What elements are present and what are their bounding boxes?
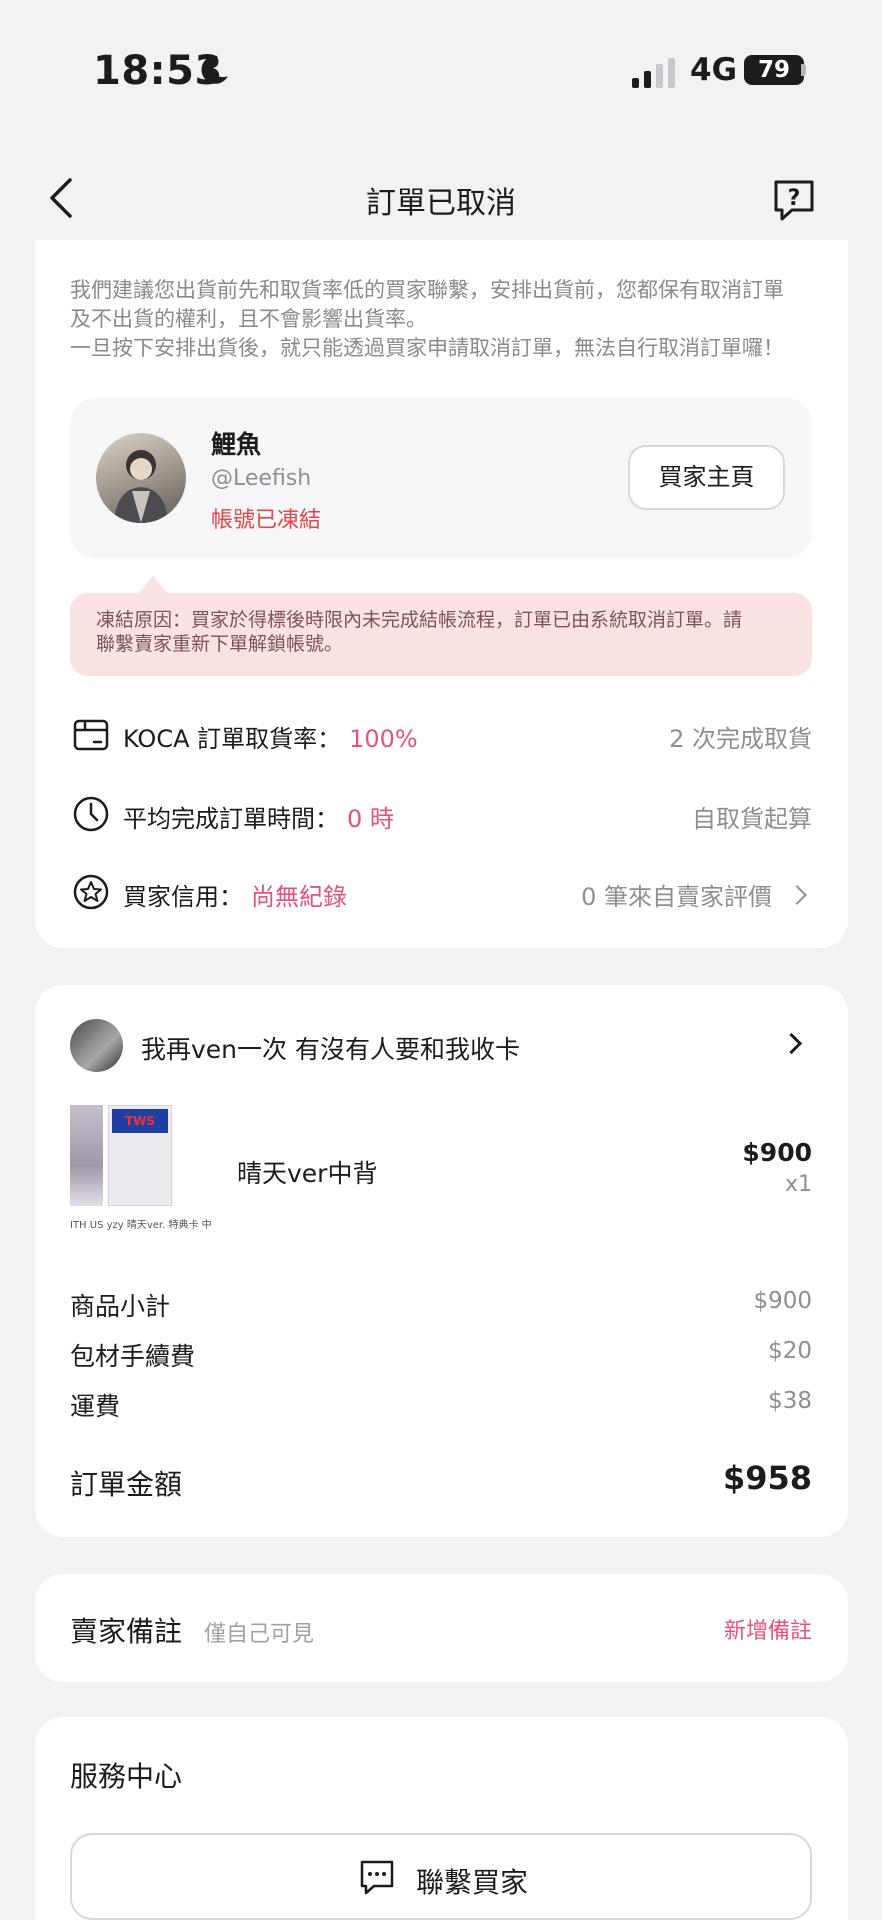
network-type: 4G bbox=[690, 52, 738, 88]
packaging-value: $20 bbox=[768, 1338, 812, 1364]
product-name[interactable]: 晴天ver中背 bbox=[237, 1154, 377, 1190]
stat-credit-reviews-text: 0 筆來自賣家評價 bbox=[581, 883, 772, 911]
stat-time-label-text: 平均完成訂單時間： bbox=[123, 805, 339, 833]
buyer-avatar[interactable] bbox=[96, 433, 186, 523]
seller-note-title: 賣家備註 bbox=[70, 1615, 183, 1648]
stat-credit-reviews[interactable]: 0 筆來自賣家評價 bbox=[581, 877, 812, 912]
battery-cap bbox=[801, 64, 806, 76]
stat-time-value: 0 時 bbox=[347, 805, 394, 833]
moon-icon bbox=[201, 55, 228, 84]
seller-name[interactable]: 我再ven一次 有沒有人要和我收卡 bbox=[141, 1030, 520, 1066]
avatar-figure bbox=[114, 450, 168, 523]
notice-line-1: 我們建議您出貨前先和取貨率低的買家聯繫，安排出貨前，您都保有取消訂單 bbox=[70, 278, 784, 302]
help-chat-icon[interactable]: ? bbox=[770, 176, 818, 224]
product-price: $900 bbox=[742, 1138, 812, 1167]
order-total-value: $958 bbox=[722, 1459, 812, 1497]
subtotal-label: 商品小計 bbox=[70, 1292, 171, 1321]
product-thumbnail-logo: TWS bbox=[112, 1109, 168, 1133]
freeze-reason: 凍結原因：買家於得標後時限內未完成結帳流程，訂單已由系統取消訂單。請 聯繫賣家重… bbox=[70, 593, 812, 676]
freeze-pointer bbox=[138, 576, 168, 594]
shipping-label: 運費 bbox=[70, 1392, 121, 1421]
stat-buyer-credit[interactable]: 買家信用： 尚無紀錄 0 筆來自賣家評價 bbox=[70, 869, 812, 917]
buyer-handle: @Leefish bbox=[211, 466, 312, 491]
svg-text:?: ? bbox=[788, 186, 801, 211]
add-note-button[interactable]: 新增備註 bbox=[724, 1613, 812, 1645]
product-thumbnail-photo[interactable] bbox=[70, 1105, 103, 1206]
notice-line-2: 及不出貨的權利，且不會影響出貨率。 bbox=[70, 307, 427, 331]
subtotal-value: $900 bbox=[753, 1288, 812, 1314]
page-title: 訂單已取消 bbox=[366, 186, 516, 221]
packaging-label: 包材手續費 bbox=[70, 1342, 196, 1371]
stat-credit-value: 尚無紀錄 bbox=[251, 883, 347, 911]
stat-time-note: 自取貨起算 bbox=[692, 805, 812, 833]
star-badge-icon bbox=[73, 874, 109, 910]
box-icon bbox=[73, 719, 109, 751]
product-thumbnail-caption: ITH US yzy 晴天ver. 特典卡 中文 bbox=[70, 1220, 212, 1231]
chevron-right-icon bbox=[787, 885, 807, 905]
stat-pickup-value: 100% bbox=[349, 725, 418, 753]
product-quantity: x1 bbox=[784, 1172, 812, 1197]
seller-avatar[interactable] bbox=[70, 1019, 123, 1072]
shipping-value: $38 bbox=[768, 1388, 812, 1414]
service-center-title: 服務中心 bbox=[70, 1760, 183, 1793]
stat-credit-label: 買家信用： 尚無紀錄 bbox=[123, 877, 347, 912]
seller-note-subtitle: 僅自己可見 bbox=[204, 1622, 315, 1647]
buyer-name: 鯉魚 bbox=[211, 430, 262, 459]
notice-line-3: 一旦按下安排出貨後，就只能透過買家申請取消訂單，無法自行取消訂單囉！ bbox=[70, 336, 784, 360]
buyer-status: 帳號已凍結 bbox=[211, 508, 322, 533]
stat-pickup-rate: KOCA 訂單取貨率： 100% 2 次完成取貨 bbox=[70, 711, 812, 759]
stat-avg-time: 平均完成訂單時間： 0 時 自取貨起算 bbox=[70, 791, 812, 839]
stat-pickup-label-text: KOCA 訂單取貨率： bbox=[123, 725, 342, 753]
chat-icon bbox=[360, 1860, 394, 1895]
freeze-line-1: 凍結原因：買家於得標後時限內未完成結帳流程，訂單已由系統取消訂單。請 bbox=[96, 609, 743, 631]
buyer-profile-button[interactable]: 買家主頁 bbox=[628, 445, 785, 510]
battery-icon: 79 bbox=[744, 55, 804, 85]
order-total-label: 訂單金額 bbox=[70, 1468, 183, 1501]
stat-pickup-label: KOCA 訂單取貨率： 100% bbox=[123, 719, 418, 754]
clock-icon bbox=[73, 796, 109, 832]
stat-time-label: 平均完成訂單時間： 0 時 bbox=[123, 799, 394, 834]
notice-text: 我們建議您出貨前先和取貨率低的買家聯繫，安排出貨前，您都保有取消訂單 及不出貨的… bbox=[70, 276, 820, 363]
contact-buyer-label: 聯繫買家 bbox=[416, 1866, 529, 1899]
signal-icon bbox=[632, 58, 675, 88]
order-card bbox=[35, 985, 848, 1537]
stat-credit-label-text: 買家信用： bbox=[123, 883, 243, 911]
stat-pickup-count: 2 次完成取貨 bbox=[669, 725, 812, 753]
contact-buyer-button[interactable]: 聯繫買家 bbox=[70, 1833, 812, 1920]
freeze-line-2: 聯繫賣家重新下單解鎖帳號。 bbox=[96, 633, 344, 655]
